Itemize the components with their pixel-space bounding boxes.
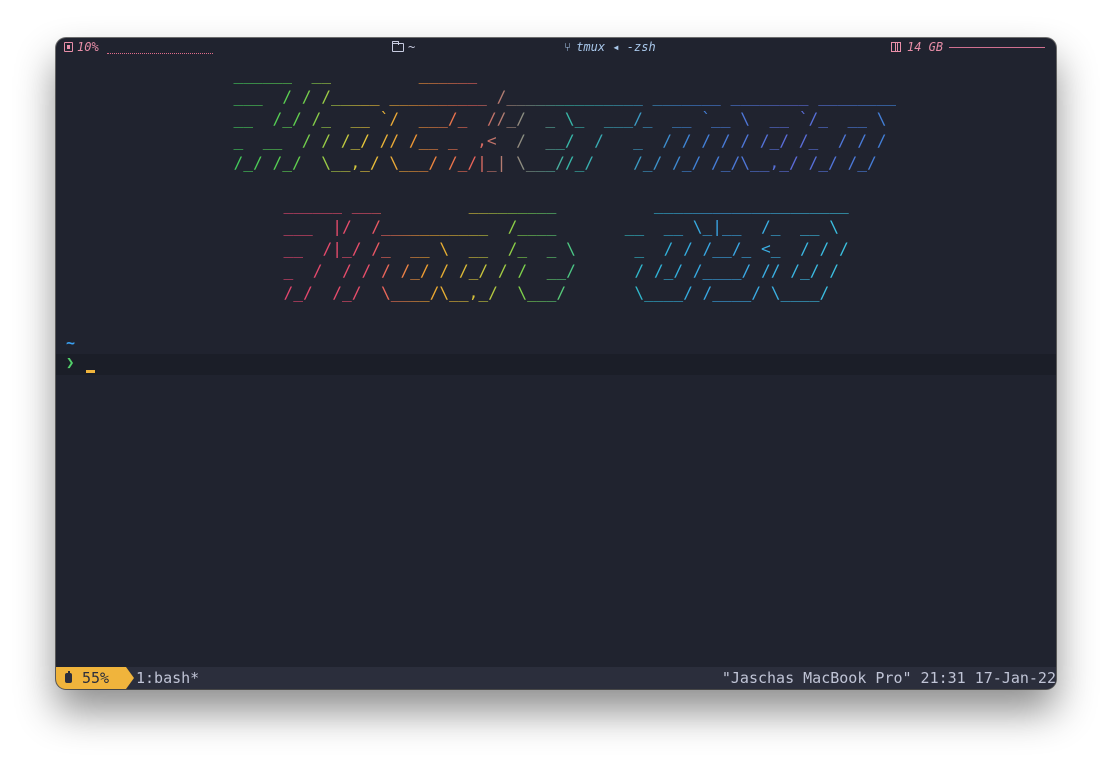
tmux-bottom-status-bar: 55% 1:bash* "Jaschas MacBook Pro" 21:31 … — [56, 667, 1056, 689]
battery-widget: 55% — [56, 667, 134, 689]
directory-widget: ~ — [392, 40, 415, 54]
battery-percent: 55% — [82, 669, 110, 687]
text-cursor — [86, 370, 95, 373]
ascii-banner-subtitle: ______ ___ _________ ___________________… — [264, 194, 848, 304]
ascii-banner-title: ______ __ ______ ___ / / /_____ ________… — [214, 64, 896, 174]
cpu-chip-icon — [64, 42, 73, 52]
tmux-top-status-bar: 10% ~ ⑂ tmux ◂ -zsh 14 GB — [56, 38, 1056, 58]
cpu-percent: 10% — [77, 40, 99, 54]
prompt-cwd: ~ — [66, 334, 76, 352]
command-line[interactable]: ❯ — [56, 354, 1056, 375]
memory-usage-graph — [949, 46, 1046, 48]
git-branch-icon: ⑂ — [564, 40, 572, 54]
memory-icon — [891, 42, 901, 52]
host-time-date: "Jaschas MacBook Pro" 21:31 17-Jan-22 — [721, 669, 1056, 687]
folder-icon — [392, 40, 404, 52]
cpu-widget: 10% — [64, 40, 213, 54]
tmux-window-tab[interactable]: 1:bash* — [136, 669, 199, 687]
prompt-symbol: ❯ — [66, 355, 75, 371]
memory-widget: 14 GB — [891, 40, 1046, 54]
memory-usage: 14 GB — [907, 40, 944, 54]
session-widget: ⑂ tmux ◂ -zsh — [564, 40, 656, 54]
battery-icon — [65, 671, 72, 683]
terminal-window[interactable]: 10% ~ ⑂ tmux ◂ -zsh 14 GB ______ __ ____… — [56, 38, 1056, 689]
session-name: tmux ◂ -zsh — [576, 40, 656, 54]
current-directory: ~ — [408, 40, 416, 54]
cpu-usage-graph — [106, 45, 213, 54]
